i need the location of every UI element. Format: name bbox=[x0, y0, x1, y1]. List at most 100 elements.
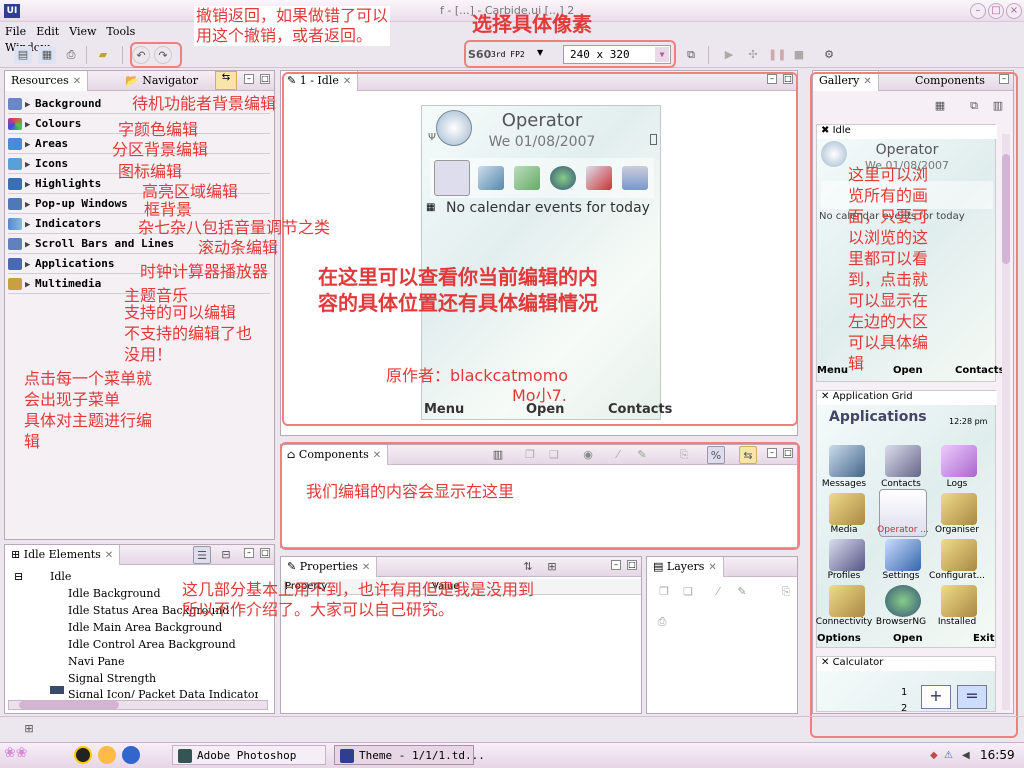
annotation-editor-tip: 在这里可以查看你当前编辑的内 容的具体位置还有具体编辑情况 bbox=[318, 265, 598, 315]
layer-icon[interactable]: ⎙ bbox=[653, 613, 671, 631]
fast-view-icon[interactable]: ⊞ bbox=[20, 720, 38, 738]
open-folder-icon[interactable]: ▰ bbox=[94, 46, 112, 64]
menu-view[interactable]: View bbox=[64, 22, 101, 38]
menu-bar: FileEditViewToolsWindow bbox=[0, 22, 190, 54]
m-icon[interactable] bbox=[122, 746, 140, 764]
filter-icon[interactable]: ⊞ bbox=[543, 558, 561, 576]
annotation-background: 待机功能者背景编辑 bbox=[132, 94, 277, 113]
taskbar-photoshop[interactable]: Adobe Photoshop bbox=[172, 745, 326, 765]
taskbar bbox=[0, 742, 1024, 768]
qq-icon[interactable] bbox=[74, 746, 92, 764]
chevron-right-icon: ▶ bbox=[25, 260, 31, 270]
tree-item[interactable]: Idle Control Area Background bbox=[68, 638, 236, 651]
annotation-bottom-tip: 这几部分基本上用不到，也许有用但是我是没用到 所以不作介绍了。大家可以自己研究。 bbox=[182, 580, 535, 619]
areas-icon bbox=[8, 138, 22, 150]
link-editor-icon[interactable]: ⇆ bbox=[215, 71, 237, 90]
annotation-undo: 撤销返回，如果做错了可以 用这个撤销，或者返回。 bbox=[194, 6, 391, 46]
minimize-button[interactable]: – bbox=[970, 3, 986, 19]
chevron-right-icon: ▶ bbox=[25, 100, 31, 110]
chevron-right-icon: ▶ bbox=[25, 220, 31, 230]
security-icon[interactable]: ⚠ bbox=[944, 750, 953, 761]
chevron-right-icon: ▶ bbox=[25, 140, 31, 150]
applications-icon bbox=[8, 258, 22, 270]
print-icon[interactable]: ⎙ bbox=[62, 46, 80, 64]
packet-data-icon bbox=[50, 686, 64, 694]
indicators-icon bbox=[8, 218, 22, 230]
play-icon[interactable]: ▶ bbox=[720, 46, 738, 64]
annotation-pixel: 选择具体像素 bbox=[472, 12, 592, 36]
tab-navigator[interactable]: 📂 Navigator bbox=[119, 71, 204, 91]
highlights-icon bbox=[8, 178, 22, 190]
minimize-view-icon[interactable]: – bbox=[244, 74, 254, 84]
annotation-areas: 分区背景编辑 bbox=[112, 140, 209, 159]
tree-item[interactable]: Signal Strength bbox=[68, 672, 156, 685]
categories-icon[interactable]: ⇅ bbox=[519, 558, 537, 576]
export-icon[interactable]: ⎘ bbox=[777, 583, 795, 601]
colours-icon bbox=[8, 118, 22, 130]
taskbar-theme[interactable]: Theme - 1/1/1.td... bbox=[334, 745, 485, 765]
start-button[interactable]: ❀❀ bbox=[4, 745, 62, 765]
photoshop-icon bbox=[178, 749, 192, 763]
close-icon: ✕ bbox=[104, 550, 114, 561]
stop-icon[interactable]: ■ bbox=[790, 46, 808, 64]
chevron-right-icon: ▶ bbox=[25, 120, 31, 130]
menu-file[interactable]: File bbox=[0, 22, 31, 38]
chevron-right-icon: ▶ bbox=[25, 160, 31, 170]
network-icon[interactable]: ◆ bbox=[930, 750, 938, 761]
carbide-icon bbox=[340, 749, 354, 763]
edit-icon[interactable]: ✎ bbox=[733, 583, 751, 601]
minimize-view-icon[interactable]: – bbox=[611, 560, 621, 570]
save-icon[interactable]: ▦ bbox=[38, 46, 56, 64]
close-icon: ✕ bbox=[72, 76, 82, 87]
close-icon: ✕ bbox=[708, 562, 717, 573]
popup-windows-icon bbox=[8, 198, 22, 210]
pause-icon[interactable]: ❚❚ bbox=[768, 46, 786, 64]
annotation-components-tip: 我们编辑的内容会显示在这里 bbox=[306, 482, 515, 501]
tree-item[interactable]: Navi Pane bbox=[68, 655, 124, 668]
status-bar bbox=[0, 716, 1024, 742]
chevron-right-icon: ▶ bbox=[25, 180, 31, 190]
paste-icon[interactable]: ❏ bbox=[679, 583, 697, 601]
list-icon[interactable]: ☰ bbox=[193, 546, 211, 564]
annotation-box-undo bbox=[130, 42, 182, 68]
horizontal-scrollbar[interactable] bbox=[8, 700, 268, 710]
tree-item[interactable]: Signal Icon/ Packet Data Indicator bbox=[68, 688, 258, 698]
maximize-view-icon[interactable]: □ bbox=[260, 74, 270, 84]
tree-item[interactable]: Idle Background bbox=[68, 587, 161, 600]
new-icon[interactable]: ▤ bbox=[14, 46, 32, 64]
tab-resources[interactable]: Resources ✕ bbox=[5, 71, 89, 91]
menu-edit[interactable]: Edit bbox=[31, 22, 64, 38]
copy-icon[interactable]: ❐ bbox=[655, 583, 673, 601]
messenger-icon[interactable] bbox=[98, 746, 116, 764]
annotation-gallery-tip: 这里可以浏 览所有的画 面，只要可 以浏览的这 里都可以看 到，点击就 可以显示在 左边的大区… bbox=[848, 165, 929, 373]
step-icon[interactable]: ✣ bbox=[744, 46, 762, 64]
layers-panel: ▤ Layers ✕ ❐ ❏ ⁄ ✎ ⎘ ⎙ bbox=[646, 556, 798, 714]
tab-idle-elements[interactable]: ⊞ Idle Elements ✕ bbox=[5, 545, 121, 565]
annotation-support: 支持的可以编辑 不支持的编辑了也 没用！ bbox=[124, 303, 253, 364]
annotation-menu-tip: 点击每一个菜单就 会出现子菜单 具体对主题进行编辑 bbox=[24, 369, 153, 451]
annotation-box-resolution bbox=[464, 40, 676, 68]
settings-icon[interactable]: ⚙ bbox=[820, 46, 838, 64]
tree-expand-icon[interactable]: ⊟ bbox=[14, 570, 23, 583]
minimize-view-icon[interactable]: – bbox=[244, 548, 254, 558]
wand-icon[interactable]: ⁄ bbox=[709, 583, 727, 601]
tree-root[interactable]: Idle bbox=[50, 570, 71, 583]
maximize-view-icon[interactable]: □ bbox=[627, 560, 637, 570]
annotation-scroll: 滚动条编辑 bbox=[198, 238, 279, 257]
annotation-author-signature: Mo小7. bbox=[512, 386, 567, 405]
icons-icon bbox=[8, 158, 22, 170]
maximize-button[interactable]: □ bbox=[988, 3, 1004, 19]
menu-tools[interactable]: Tools bbox=[101, 22, 140, 38]
tab-properties[interactable]: ✎ Properties ✕ bbox=[281, 557, 378, 577]
device-icon[interactable]: ⧉ bbox=[682, 46, 700, 64]
close-button[interactable]: × bbox=[1006, 3, 1022, 19]
chevron-right-icon: ▶ bbox=[25, 200, 31, 210]
volume-icon[interactable]: ◀ bbox=[962, 750, 970, 761]
scroll-bars-icon bbox=[8, 238, 22, 250]
maximize-view-icon[interactable]: □ bbox=[260, 548, 270, 558]
tree-item[interactable]: Idle Main Area Background bbox=[68, 621, 222, 634]
tab-layers[interactable]: ▤ Layers ✕ bbox=[647, 557, 724, 577]
annotation-apps: 时钟计算器播放器 bbox=[140, 262, 269, 281]
tree-icon[interactable]: ⊟ bbox=[217, 546, 235, 564]
close-icon: ✕ bbox=[361, 562, 371, 573]
